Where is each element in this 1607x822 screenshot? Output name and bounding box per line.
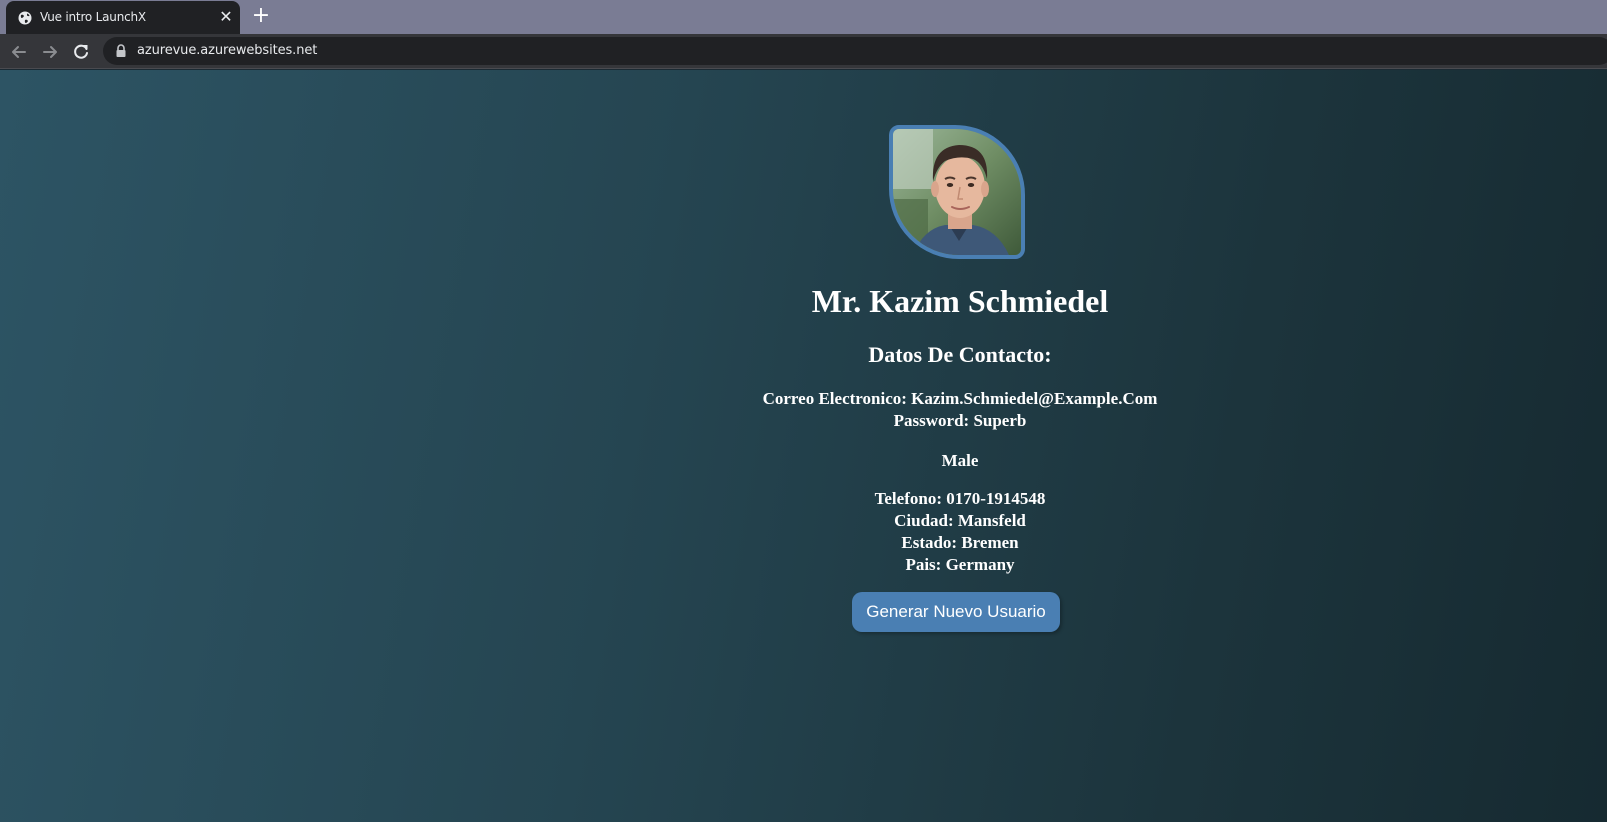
- generate-user-button[interactable]: Generar Nuevo Usuario: [852, 592, 1060, 632]
- user-name: Mr. Kazim Schmiedel: [811, 283, 1109, 319]
- city-line: Ciudad: Mansfeld: [894, 511, 1026, 530]
- tab-title: Vue intro LaunchX: [40, 10, 146, 24]
- country-line: Pais: Germany: [905, 555, 1015, 574]
- arrow-right-icon[interactable]: [39, 41, 61, 63]
- page-viewport: Mr. Kazim Schmiedel Datos De Contacto: C…: [0, 70, 1607, 822]
- state-line: Estado: Bremen: [901, 533, 1019, 552]
- reload-icon[interactable]: [70, 41, 92, 63]
- plus-icon[interactable]: +: [250, 5, 272, 27]
- gender-line: Male: [941, 451, 979, 470]
- browser-tab[interactable]: Vue intro LaunchX ✕: [6, 1, 240, 34]
- url-text[interactable]: azurevue.azurewebsites.net: [137, 43, 317, 58]
- contact-heading: Datos De Contacto:: [868, 342, 1052, 367]
- browser-toolbar: azurevue.azurewebsites.net: [0, 34, 1607, 69]
- browser-tab-strip: Vue intro LaunchX ✕ +: [0, 0, 1607, 34]
- email-line: Correo Electronico: Kazim.Schmiedel@Exam…: [762, 389, 1158, 408]
- avatar: [889, 125, 1025, 259]
- lock-icon[interactable]: [115, 44, 127, 58]
- address-bar[interactable]: azurevue.azurewebsites.net: [103, 37, 1607, 65]
- close-icon[interactable]: ✕: [217, 8, 235, 26]
- arrow-left-icon[interactable]: [8, 41, 30, 63]
- phone-line: Telefono: 0170-1914548: [874, 489, 1046, 508]
- profile-photo: [893, 129, 1021, 255]
- globe-icon: [18, 11, 32, 25]
- password-line: Password: Superb: [893, 411, 1027, 430]
